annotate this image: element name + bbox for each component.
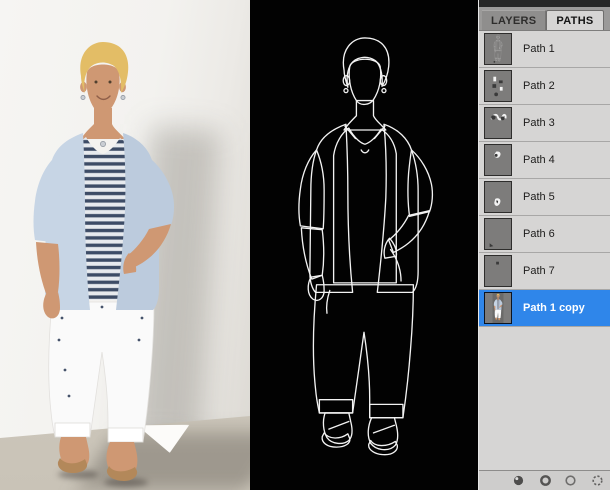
path-row-3[interactable]: Path 3 [479, 105, 610, 142]
stroke-path-icon[interactable] [539, 474, 552, 487]
path-label: Path 3 [523, 117, 555, 129]
tab-layers[interactable]: LAYERS [482, 10, 546, 30]
path-outline-canvas[interactable] [250, 0, 478, 490]
path-row-7[interactable]: Path 7 [479, 253, 610, 290]
load-selection-icon[interactable] [564, 474, 577, 487]
path-label: Path 6 [523, 228, 555, 240]
panel-top-strip [479, 0, 610, 7]
fragments-thumb[interactable] [484, 70, 512, 102]
path-label: Path 5 [523, 191, 555, 203]
path-row-4[interactable]: Path 4 [479, 142, 610, 179]
panel-tab-bar: LAYERS PATHS [479, 7, 610, 31]
fill-path-icon[interactable] [512, 474, 525, 487]
figure-outline-thumb[interactable] [484, 33, 512, 65]
tab-paths[interactable]: PATHS [546, 10, 603, 30]
path-row-1-copy[interactable]: Path 1 copy [479, 290, 610, 327]
small-blob-thumb[interactable] [484, 144, 512, 176]
paths-list: Path 1 Path 2 Path 3 Path 4 [479, 31, 610, 327]
necklace-pendant [100, 141, 105, 146]
app-window: LAYERS PATHS Path 1 Path 2 Path 3 [0, 0, 610, 490]
path-label: Path 4 [523, 154, 555, 166]
path-label: Path 7 [523, 265, 555, 277]
figure-outline [269, 36, 459, 487]
path-row-6[interactable]: Path 6 [479, 216, 610, 253]
reference-photo [0, 0, 250, 490]
path-label: Path 2 [523, 80, 555, 92]
panel-empty-area [479, 327, 610, 470]
path-label: Path 1 copy [523, 302, 585, 314]
model-figure [2, 40, 202, 490]
path-row-5[interactable]: Path 5 [479, 179, 610, 216]
blob-bottom-thumb[interactable] [484, 181, 512, 213]
work-path-icon[interactable] [591, 474, 604, 487]
dot-top-thumb[interactable] [484, 255, 512, 287]
dot-bottom-left-thumb[interactable] [484, 218, 512, 250]
path-row-1[interactable]: Path 1 [479, 31, 610, 68]
path-row-2[interactable]: Path 2 [479, 68, 610, 105]
paths-panel: LAYERS PATHS Path 1 Path 2 Path 3 [478, 0, 610, 490]
squiggle-thumb[interactable] [484, 107, 512, 139]
figure-photo-thumb[interactable] [484, 292, 512, 324]
panel-footer [479, 470, 610, 490]
path-label: Path 1 [523, 43, 555, 55]
